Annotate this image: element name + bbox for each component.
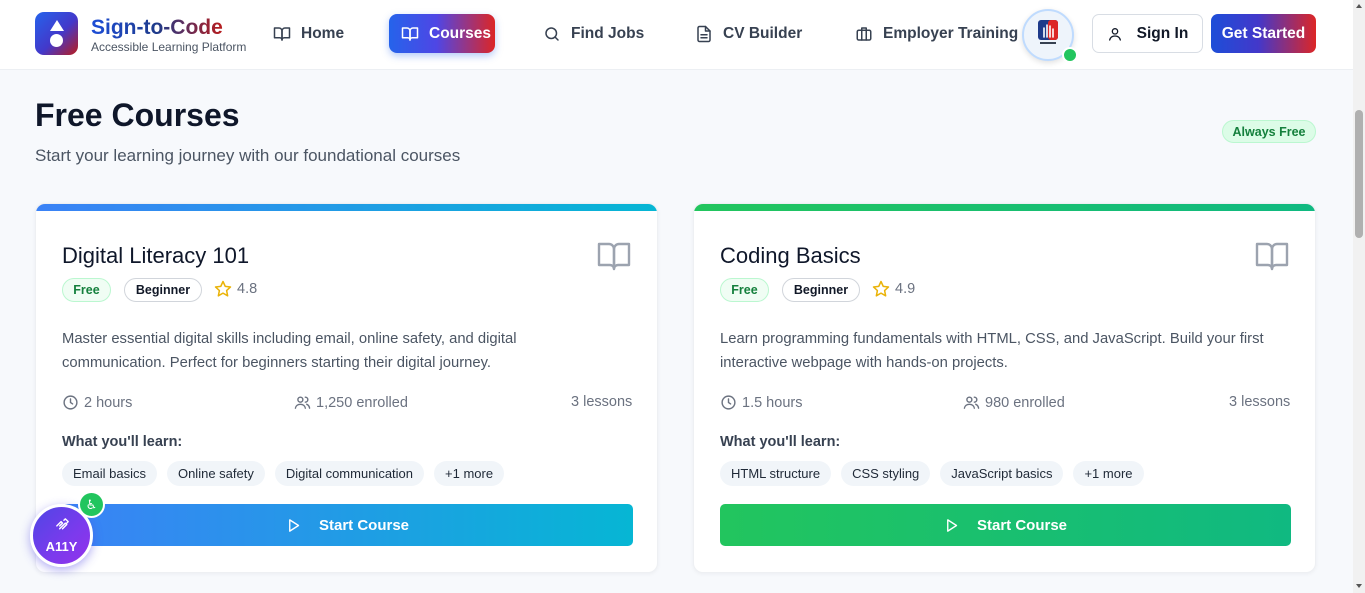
more-topics-tag[interactable]: +1 more	[1073, 461, 1144, 486]
level-badge: Beginner	[124, 278, 202, 302]
logo-triangle-shape	[50, 20, 64, 31]
user-icon	[1108, 27, 1121, 41]
star-icon	[872, 280, 890, 297]
book-open-icon	[597, 242, 631, 271]
enrolled-value: 1,250 enrolled	[316, 394, 408, 411]
topic-tag: Online safety	[166, 461, 265, 486]
more-topics-tag[interactable]: +1 more	[434, 461, 505, 486]
nav-find-jobs-label: Find Jobs	[571, 24, 645, 42]
course-duration: 1.5 hours	[720, 394, 802, 411]
nav-home[interactable]: Home	[261, 14, 356, 53]
page-subtitle: Start your learning journey with our fou…	[35, 146, 461, 165]
page-scrollbar[interactable]	[1353, 0, 1365, 593]
search-icon	[545, 26, 559, 41]
duration-value: 1.5 hours	[742, 394, 803, 411]
nav-employer-training[interactable]: Employer Training	[843, 14, 1030, 53]
course-duration: 2 hours	[62, 394, 132, 411]
start-course-button[interactable]: Start Course	[62, 504, 633, 546]
book-open-icon	[1255, 242, 1289, 271]
learn-heading: What you'll learn:	[720, 434, 841, 450]
page-title: Free Courses	[35, 97, 240, 133]
logo-dot-shape	[50, 34, 63, 47]
duration-value: 2 hours	[84, 394, 133, 411]
topic-tag: CSS styling	[841, 461, 931, 486]
course-lessons: 3 lessons	[1229, 394, 1290, 410]
course-lessons: 3 lessons	[571, 394, 632, 410]
top-navigation-bar: Sign-to-Code Accessible Learning Platfor…	[0, 0, 1353, 70]
always-free-badge: Always Free	[1222, 120, 1316, 143]
online-status-indicator	[1062, 47, 1078, 63]
nav-employer-training-label: Employer Training	[883, 24, 1019, 42]
course-rating: 4.9	[872, 280, 915, 298]
start-course-label: Start Course	[976, 516, 1068, 534]
accessibility-label: A11Y	[45, 539, 78, 554]
topic-tags: HTML structure CSS styling JavaScript ba…	[720, 461, 1144, 486]
topic-tag: HTML structure	[720, 461, 832, 486]
course-title: Digital Literacy 101	[62, 243, 250, 268]
sign-in-label: Sign In	[1136, 24, 1189, 42]
course-card-digital-literacy: Digital Literacy 101 Free Beginner 4.8 M…	[35, 203, 658, 573]
brand-logo[interactable]	[35, 12, 78, 55]
play-icon	[947, 518, 958, 532]
course-card-coding-basics: Coding Basics Free Beginner 4.9 Learn pr…	[693, 203, 1316, 573]
clock-icon	[721, 395, 736, 410]
course-description: Master essential digital skills includin…	[62, 331, 517, 371]
course-description: Learn programming fundamentals with HTML…	[720, 331, 1264, 371]
scroll-thumb[interactable]	[1355, 110, 1363, 238]
learn-heading: What you'll learn:	[62, 434, 183, 450]
play-icon	[289, 518, 300, 532]
nav-courses[interactable]: Courses	[389, 14, 495, 53]
topic-tag: Digital communication	[274, 461, 425, 486]
book-open-icon	[273, 26, 291, 41]
course-enrolled: 980 enrolled	[963, 394, 1065, 411]
card-accent-bar	[36, 204, 657, 211]
enrolled-value: 980 enrolled	[985, 394, 1065, 411]
users-icon	[963, 396, 980, 409]
clock-icon	[63, 395, 78, 410]
get-started-button[interactable]: Get Started	[1211, 14, 1316, 53]
star-icon	[214, 280, 232, 297]
price-badge: Free	[62, 278, 111, 302]
level-badge: Beginner	[782, 278, 860, 302]
nav-cv-builder[interactable]: CV Builder	[683, 14, 814, 53]
brand-subtitle: Accessible Learning Platform	[91, 40, 247, 54]
course-enrolled: 1,250 enrolled	[294, 394, 408, 411]
nav-find-jobs[interactable]: Find Jobs	[531, 14, 656, 53]
topic-tag: JavaScript basics	[940, 461, 1064, 486]
nav-home-label: Home	[301, 24, 345, 42]
accessibility-icon: ♿	[78, 491, 105, 518]
scroll-up-arrow-icon[interactable]	[1356, 4, 1362, 8]
sign-in-button[interactable]: Sign In	[1092, 14, 1203, 53]
price-badge: Free	[720, 278, 769, 302]
lessons-value: 3 lessons	[571, 394, 633, 410]
nav-courses-label: Courses	[429, 24, 492, 42]
scroll-down-arrow-icon[interactable]	[1356, 584, 1362, 588]
start-course-button[interactable]: Start Course	[720, 504, 1291, 546]
course-title: Coding Basics	[720, 243, 861, 268]
rating-value: 4.8	[237, 281, 258, 297]
rating-value: 4.9	[895, 281, 916, 297]
users-icon	[294, 396, 311, 409]
nav-cv-builder-label: CV Builder	[723, 24, 803, 42]
sign-hand-icon	[56, 518, 69, 530]
topic-tag: Email basics	[62, 461, 157, 486]
book-open-icon	[401, 26, 419, 41]
document-icon	[697, 25, 711, 42]
topic-tags: Email basics Online safety Digital commu…	[62, 461, 505, 486]
briefcase-icon	[856, 26, 872, 41]
lessons-value: 3 lessons	[1229, 394, 1291, 410]
sign-language-hand-icon	[1038, 20, 1058, 44]
course-rating: 4.8	[214, 280, 257, 298]
start-course-label: Start Course	[318, 516, 410, 534]
card-accent-bar	[694, 204, 1315, 211]
brand-title[interactable]: Sign-to-Code	[91, 16, 223, 40]
